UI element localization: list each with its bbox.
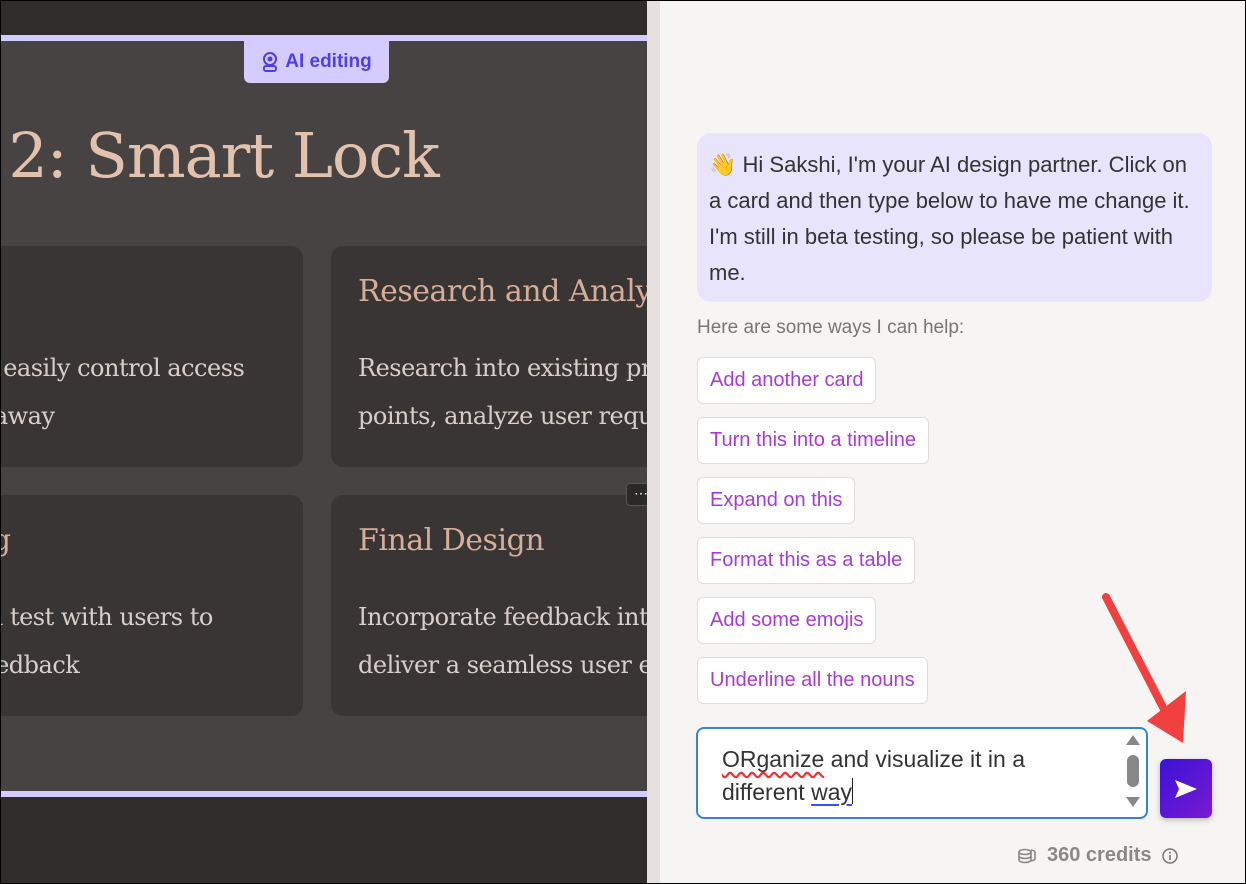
- card-title: Research and Analy: [358, 274, 647, 309]
- suggestion-timeline[interactable]: Turn this into a timeline: [697, 417, 930, 464]
- assistant-message: 👋 Hi Sakshi, I'm your AI design partner.…: [697, 133, 1212, 302]
- card-text: nd test with users tofeedback: [1, 603, 213, 679]
- text-caret: [852, 778, 853, 804]
- card[interactable]: ng nd test with users tofeedback: [1, 495, 303, 716]
- credits-label: 360 credits: [1047, 844, 1152, 866]
- send-button[interactable]: [1160, 759, 1212, 818]
- info-icon[interactable]: [1161, 847, 1178, 864]
- suggestion-table[interactable]: Format this as a table: [697, 537, 916, 584]
- prompt-input[interactable]: ORganize and visualize it in a different…: [696, 727, 1148, 819]
- card[interactable]: Research and Analy Research into existin…: [331, 246, 647, 467]
- card-text: to easily control accesse away: [1, 354, 245, 430]
- input-text: different: [722, 779, 812, 805]
- send-icon: [1175, 779, 1197, 798]
- input-scrollbar[interactable]: [1126, 735, 1140, 813]
- suggestion-expand[interactable]: Expand on this: [697, 477, 856, 524]
- help-label: Here are some ways I can help:: [697, 317, 965, 338]
- card[interactable]: Final Design Incorporate feedback int del…: [331, 495, 647, 716]
- wave-emoji: 👋: [709, 152, 737, 177]
- card-title: Final Design: [358, 523, 545, 558]
- slide-editor: AI editing r 2: Smart Lock to easily con…: [1, 1, 647, 883]
- ai-chat-panel: 👋 Hi Sakshi, I'm your AI design partner.…: [647, 1, 1245, 883]
- robot-icon: [263, 52, 278, 72]
- card[interactable]: to easily control accesse away: [1, 246, 303, 467]
- ai-editing-label: AI editing: [285, 51, 372, 72]
- suggestion-add-card[interactable]: Add another card: [697, 357, 877, 404]
- misspelled-word: ORganize: [722, 746, 825, 772]
- card-title: ng: [1, 523, 11, 558]
- ai-editing-badge: AI editing: [244, 41, 389, 83]
- flagged-word: way: [811, 779, 852, 805]
- more-options-button[interactable]: ⋯: [626, 483, 647, 506]
- slide[interactable]: AI editing r 2: Smart Lock to easily con…: [1, 35, 647, 797]
- suggestion-emojis[interactable]: Add some emojis: [697, 597, 877, 644]
- greeting-text: Hi Sakshi, I'm your AI design partner. C…: [709, 152, 1190, 285]
- coins-icon: [1018, 848, 1036, 863]
- suggestion-underline[interactable]: Underline all the nouns: [697, 657, 928, 704]
- slide-title[interactable]: r 2: Smart Lock: [1, 119, 440, 192]
- card-text: Incorporate feedback int deliver a seamle…: [358, 603, 647, 679]
- input-text: and visualize it in a: [824, 746, 1026, 772]
- app-window: AI editing r 2: Smart Lock to easily con…: [1, 1, 1245, 883]
- card-text: Research into existing pr points, analyze…: [358, 354, 647, 430]
- credits-display: 360 credits: [1017, 844, 1178, 867]
